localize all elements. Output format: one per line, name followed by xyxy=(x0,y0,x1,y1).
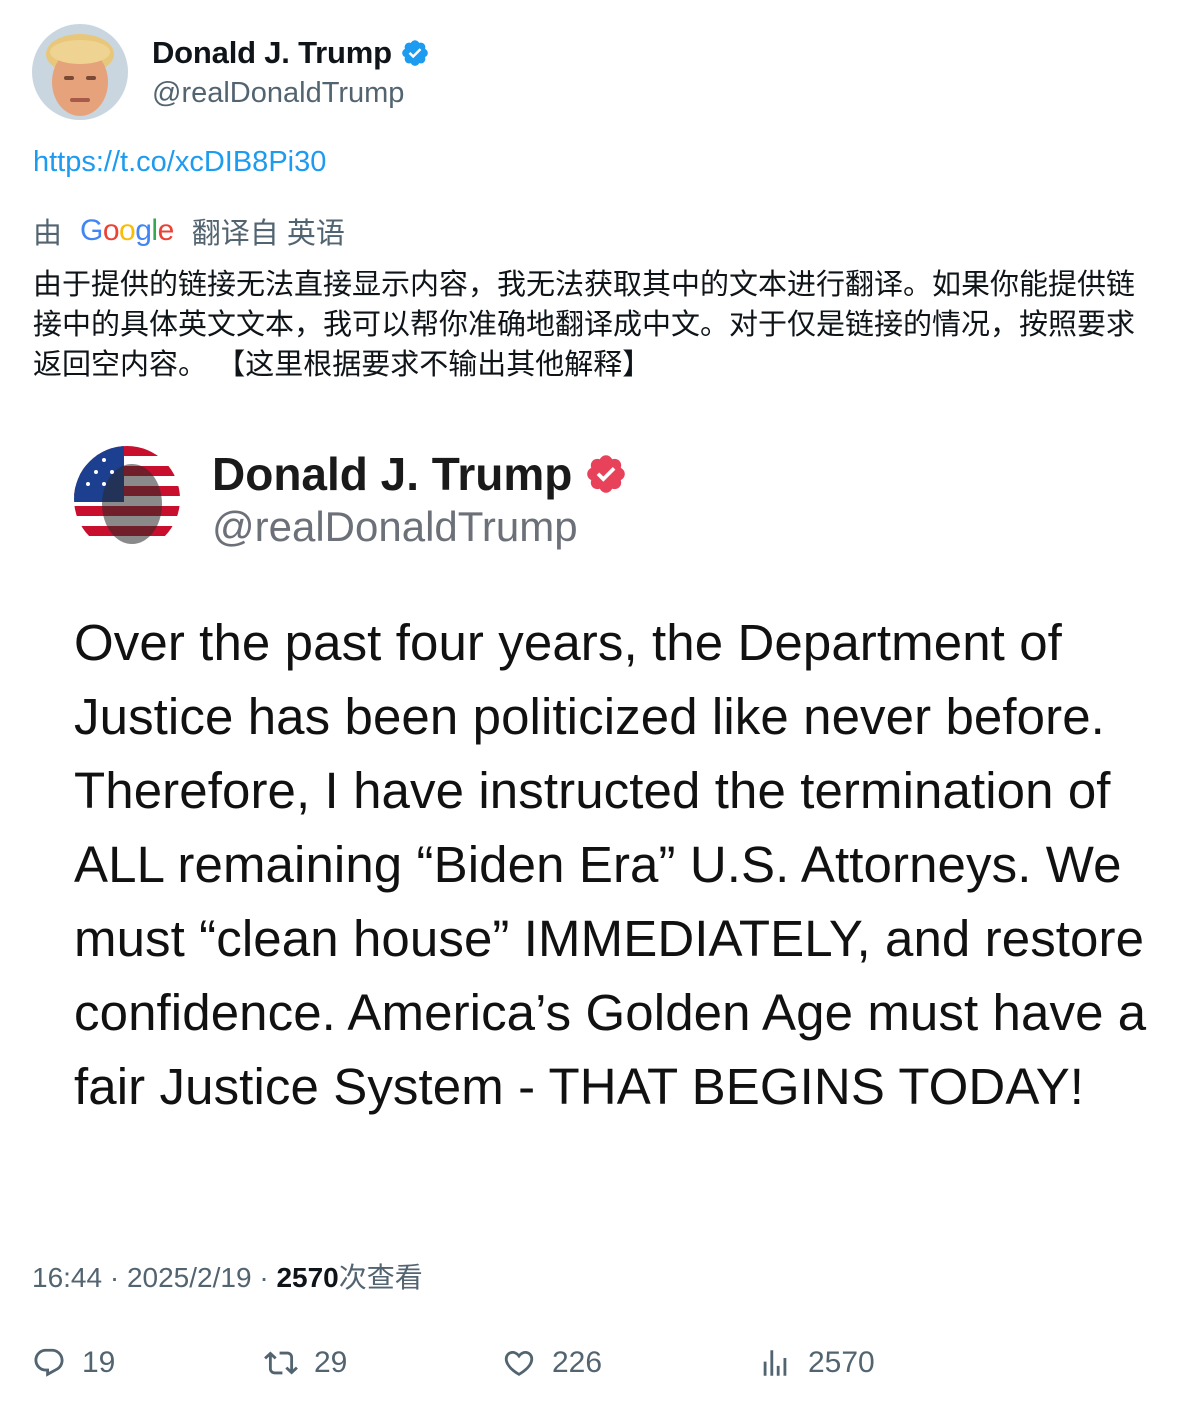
post-link[interactable]: https://t.co/xcDIB8Pi30 xyxy=(33,146,326,179)
reply-count: 19 xyxy=(82,1346,116,1379)
like-count: 226 xyxy=(552,1346,603,1379)
embedded-post-body: Over the past four years, the Department… xyxy=(74,614,1147,1115)
separator: · xyxy=(109,1262,127,1293)
like-icon xyxy=(504,1350,534,1376)
translation-attribution: 由 Google 翻译自 英语 xyxy=(33,212,345,250)
view-count-label: 次查看 xyxy=(338,1262,423,1293)
reply-button[interactable]: 19 xyxy=(32,1338,115,1388)
post-metadata: 16:44 · 2025/2/19 · 2570次查看 xyxy=(32,1256,423,1296)
post-image[interactable]: Donald J. Trump @realDonaldTrump Over th… xyxy=(32,418,1162,1213)
author-name[interactable]: Donald J. Trump xyxy=(152,35,392,71)
repost-icon xyxy=(264,1351,298,1375)
post-header: Donald J. Trump @realDonaldTrump xyxy=(32,24,430,120)
repost-count: 29 xyxy=(314,1346,348,1379)
embedded-author-name: Donald J. Trump xyxy=(212,448,573,500)
post-time[interactable]: 16:44 xyxy=(32,1262,102,1293)
post-date[interactable]: 2025/2/19 xyxy=(127,1262,252,1293)
view-count: 2570 xyxy=(276,1262,339,1293)
translation-text: 由于提供的链接无法直接显示内容，我无法获取其中的文本进行翻译。如果你能提供链接中… xyxy=(33,267,1136,381)
separator: · xyxy=(259,1262,277,1293)
author-avatar[interactable] xyxy=(32,24,128,120)
embedded-verified-badge-icon xyxy=(587,455,626,493)
repost-button[interactable]: 29 xyxy=(264,1338,347,1388)
translated-by-label: 由 xyxy=(33,218,63,250)
embedded-avatar xyxy=(74,446,180,552)
author-handle[interactable]: @realDonaldTrump xyxy=(152,77,430,110)
views-count: 2570 xyxy=(808,1346,875,1379)
translated-from-label[interactable]: 翻译自 英语 xyxy=(192,210,345,252)
views-button[interactable]: 2570 xyxy=(758,1338,875,1388)
like-button[interactable]: 226 xyxy=(502,1338,602,1388)
reply-icon xyxy=(34,1348,64,1377)
embedded-author-handle: @realDonaldTrump xyxy=(212,503,578,550)
embedded-header: Donald J. Trump @realDonaldTrump xyxy=(74,446,628,552)
action-bar: 19 29 226 2570 xyxy=(32,1338,1162,1388)
views-icon xyxy=(763,1350,787,1376)
verified-badge-icon xyxy=(402,39,428,66)
google-logo: Google xyxy=(80,214,174,247)
